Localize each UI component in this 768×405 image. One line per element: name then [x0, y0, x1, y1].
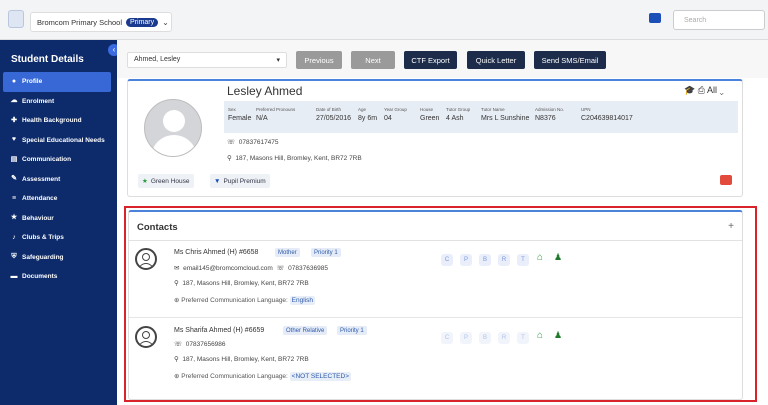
student-address: ⚲ 187, Masons Hill, Bromley, Kent, BR72 … — [227, 155, 362, 162]
sidebar-item-safeguarding[interactable]: ⛨ Safeguarding — [0, 248, 117, 268]
caret-down-icon: ▾ — [276, 57, 280, 64]
send-sms-email-button[interactable]: Send SMS/Email — [534, 51, 606, 69]
field-label: Sex — [228, 107, 236, 112]
field-year-group: 04 — [384, 115, 392, 122]
field-label: Preferred Pronouns — [256, 107, 296, 112]
phone-icon: ☏ — [227, 139, 236, 146]
message-icon: ▤ — [10, 155, 18, 163]
health-icon: ✚ — [11, 116, 17, 124]
sidebar-item-label: Enrolment — [22, 97, 55, 105]
cloud-icon: ☁ — [10, 97, 18, 105]
star-icon: ★ — [10, 214, 18, 222]
field-label: Age — [358, 107, 367, 112]
school-name: Bromcom Primary School — [37, 17, 123, 27]
transport-icon — [720, 175, 732, 185]
list-icon: ≡ — [11, 194, 17, 202]
sidebar-item-label: Safeguarding — [22, 253, 64, 261]
quick-letter-button[interactable]: Quick Letter — [467, 51, 525, 69]
sidebar-item-documents[interactable]: ▬ Documents — [0, 267, 117, 287]
all-filter[interactable]: All ⌄ — [707, 85, 724, 95]
sidebar-item-label: Special Educational Needs — [22, 136, 105, 144]
sidebar: Student Details ● Profile ☁ Enrolment ✚ Hea… — [0, 40, 117, 405]
field-dob: 27/05/2016 — [316, 115, 352, 122]
ctf-export-button[interactable]: CTF Export — [404, 51, 457, 69]
sidebar-item-label: Behaviour — [22, 214, 54, 222]
field-age: 8y 6m — [358, 115, 378, 122]
sidebar-item-enrolment[interactable]: ☁ Enrolment — [0, 92, 117, 112]
field-label: House — [420, 107, 434, 112]
chevron-down-icon: ⌄ — [162, 17, 169, 27]
student-selector-value: Ahmed, Lesley — [134, 56, 181, 63]
pencil-icon: ✎ — [11, 175, 17, 183]
student-info-strip: Sex Female Preferred Pronouns N/A Date o… — [224, 101, 738, 133]
student-phone: ☏ 07837617475 — [227, 139, 279, 146]
student-avatar — [144, 99, 202, 157]
field-label: Year Group — [384, 107, 407, 112]
field-label: UPN — [581, 107, 591, 112]
sidebar-item-label: Documents — [22, 273, 58, 281]
previous-button[interactable]: Previous — [296, 51, 342, 69]
field-house: Green — [420, 115, 440, 122]
flag-icon: ▼ — [214, 177, 221, 185]
heart-icon: ♥ — [11, 136, 17, 144]
field-upn: C204639814017 — [581, 115, 633, 122]
student-selector[interactable]: Ahmed, Lesley ▾ — [127, 52, 287, 68]
sidebar-item-sen[interactable]: ♥ Special Educational Needs — [0, 131, 117, 151]
field-label: Admission No. — [535, 107, 565, 112]
sidebar-item-label: Health Background — [22, 117, 82, 125]
sidebar-item-behaviour[interactable]: ★ Behaviour — [0, 209, 117, 229]
field-tutor-name: Mrs L Sunshine — [481, 115, 530, 122]
field-tutor-group: 4 Ash — [446, 115, 464, 122]
sidebar-item-assessment[interactable]: ✎ Assessment — [0, 170, 117, 190]
sidebar-item-profile[interactable]: ● Profile — [3, 72, 111, 92]
graduation-cap-icon[interactable]: 🎓 — [684, 85, 695, 95]
school-logo — [8, 10, 24, 28]
next-button[interactable]: Next — [351, 51, 395, 69]
sidebar-item-health[interactable]: ✚ Health Background — [0, 111, 117, 131]
profile-actions: 🎓 ⎙ All ⌄ — [684, 85, 724, 96]
field-label: Date of Birth — [316, 107, 342, 112]
sidebar-item-communication[interactable]: ▤ Communication — [0, 150, 117, 170]
sidebar-item-label: Attendance — [22, 195, 58, 203]
school-phase-badge: Primary — [126, 17, 159, 27]
field-label: Tutor Name — [481, 107, 505, 112]
sidebar-title: Student Details — [11, 54, 84, 65]
music-icon: ♪ — [12, 233, 16, 241]
folder-icon: ▬ — [10, 272, 18, 280]
print-icon[interactable]: ⎙ — [698, 85, 705, 95]
location-icon: ⚲ — [227, 155, 232, 162]
highlight-box — [124, 206, 757, 402]
sidebar-nav: ● Profile ☁ Enrolment ✚ Health Background ♥… — [0, 72, 117, 287]
top-bar: Bromcom Primary School Primary ⌄ Search — [0, 0, 768, 40]
field-label: Tutor Group — [446, 107, 471, 112]
search-input[interactable]: Search — [673, 10, 765, 30]
profile-icon: ● — [11, 77, 17, 85]
field-admission-no: N8376 — [535, 115, 556, 122]
chat-icon[interactable] — [649, 13, 661, 23]
sidebar-item-label: Assessment — [22, 175, 61, 183]
profile-card: Lesley Ahmed 🎓 ⎙ All ⌄ Sex Female Prefer… — [127, 79, 743, 197]
student-name: Lesley Ahmed — [227, 84, 303, 98]
field-pronouns: N/A — [256, 115, 268, 122]
sidebar-item-label: Communication — [22, 156, 72, 164]
pupil-premium-tag: ▼ Pupil Premium — [210, 174, 270, 188]
school-selector[interactable]: Bromcom Primary School Primary ⌄ — [30, 12, 172, 32]
field-sex: Female — [228, 115, 252, 122]
shield-icon: ⛨ — [11, 253, 17, 261]
student-toolbar: Ahmed, Lesley ▾ Previous Next CTF Export… — [117, 40, 768, 78]
sidebar-item-attendance[interactable]: ≡ Attendance — [0, 189, 117, 209]
sidebar-item-clubs[interactable]: ♪ Clubs & Trips — [0, 228, 117, 248]
sidebar-item-label: Clubs & Trips — [22, 234, 64, 242]
sidebar-item-label: Profile — [22, 78, 43, 86]
star-icon: ★ — [142, 178, 148, 185]
green-house-tag: ★ Green House — [138, 174, 194, 188]
